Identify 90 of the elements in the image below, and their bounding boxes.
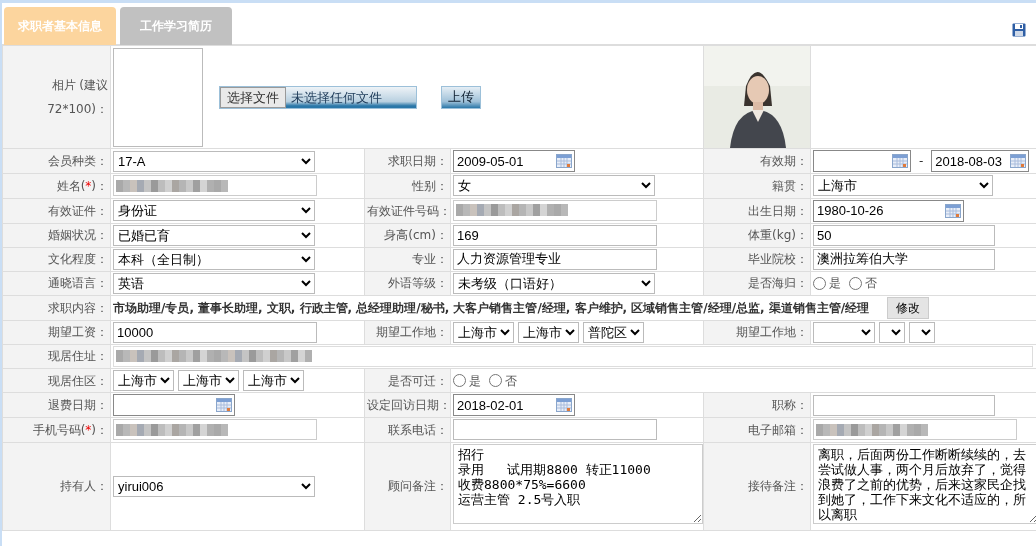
field-label: 外语等级：	[388, 276, 448, 290]
field-label: 联系电话：	[388, 422, 448, 437]
field-label: 求职内容：	[48, 300, 108, 315]
dropdown[interactable]: 未考级（口语好）	[453, 272, 655, 294]
redacted-input[interactable]	[113, 345, 1033, 367]
text-input[interactable]: 澳洲拉筹伯大学	[813, 248, 995, 270]
field-label: 期望工作地：	[736, 325, 808, 339]
file-status: 未选择任何文件	[286, 86, 416, 108]
field-label: 职称：	[772, 398, 808, 412]
dropdown[interactable]: 英语	[113, 272, 315, 294]
dropdown[interactable]: 已婚已育	[113, 224, 315, 246]
calendar-icon[interactable]	[556, 398, 572, 412]
dropdown[interactable]: 本科（全日制）	[113, 248, 315, 270]
text-input[interactable]: 50	[813, 224, 995, 246]
date-input[interactable]: 2009-05-01	[453, 150, 575, 172]
field-label: 性别：	[412, 178, 448, 193]
field-label: 是否可迁：	[388, 373, 448, 388]
radio-option[interactable]: 是	[813, 274, 841, 292]
redacted-input[interactable]	[813, 419, 1017, 440]
date-input[interactable]: 2018-02-01	[453, 394, 575, 416]
field-label: 期望工资：	[48, 325, 108, 339]
redacted-input[interactable]	[113, 175, 317, 196]
field-label: 毕业院校：	[748, 252, 808, 266]
date-input[interactable]: 2018-08-03	[931, 150, 1030, 172]
calendar-icon[interactable]	[216, 398, 232, 412]
redacted-input[interactable]	[453, 199, 657, 221]
text-input[interactable]	[813, 394, 995, 416]
field-label: 有效期：	[760, 154, 808, 168]
dropdown[interactable]: 上海市	[813, 175, 993, 197]
dropdown[interactable]	[909, 321, 935, 343]
dropdown[interactable]	[879, 321, 905, 343]
field-label: 设定回访日期：	[367, 398, 451, 412]
radio-option[interactable]: 是	[453, 371, 481, 390]
dropdown[interactable]: 上海市	[518, 321, 579, 343]
calendar-icon[interactable]	[945, 203, 961, 218]
date-input[interactable]	[813, 150, 911, 172]
radio-option[interactable]: 否	[489, 371, 517, 390]
field-label: 有效证件号码：	[367, 203, 451, 218]
field-label: 有效证件：	[48, 203, 108, 218]
field-label: 现居住址：	[48, 349, 108, 364]
calendar-icon[interactable]	[1010, 154, 1027, 168]
field-label: 婚姻状况：	[48, 228, 108, 242]
text-input[interactable]: 169	[453, 224, 657, 246]
range-separator: -	[919, 153, 924, 170]
dropdown[interactable]: yirui006	[113, 475, 315, 497]
field-label: 文化程度：	[48, 252, 108, 266]
calendar-icon[interactable]	[556, 154, 572, 168]
field-label: 出生日期：	[748, 203, 808, 218]
dropdown[interactable]: 普陀区	[583, 321, 644, 343]
field-label: 体重(kg)：	[748, 228, 808, 242]
upload-button[interactable]: 上传	[441, 85, 481, 109]
file-input[interactable]: 选择文件 未选择任何文件	[219, 85, 417, 109]
dropdown[interactable]: 上海市	[453, 321, 514, 343]
remark-textarea[interactable]: 离职，后面两份工作断断续续的，去尝试做人事，两个月后放弃了，觉得浪费了之前的优势，后来这家民企找到她了，工作下来文化不适应的，所以离职	[813, 443, 1036, 524]
field-label: 手机号码(*)：	[32, 422, 108, 437]
radio-option[interactable]: 否	[849, 274, 877, 292]
job-intent-text: 市场助理/专员, 董事长助理, 文职, 行政主管, 总经理助理/秘书, 大客户销售主管/经理, 客户维护, 区域销售主管/经理/总监, 渠道销售主管/经理	[113, 299, 870, 317]
field-label: 期望工作地：	[376, 325, 448, 339]
edit-button[interactable]: 修改	[887, 296, 930, 319]
field-label: 相片 (建议72*100)：	[46, 77, 108, 118]
dropdown[interactable]: 上海市	[113, 370, 174, 391]
save-icon[interactable]	[1012, 23, 1026, 37]
field-label: 顾问备注：	[388, 479, 448, 493]
calendar-icon[interactable]	[892, 154, 908, 168]
dropdown[interactable]: 女	[453, 175, 655, 197]
field-label: 持有人：	[60, 479, 108, 493]
redacted-input[interactable]	[113, 419, 317, 440]
text-input[interactable]	[453, 419, 657, 441]
dropdown[interactable]: 上海市	[243, 370, 304, 391]
field-label: 会员种类：	[48, 154, 108, 168]
field-label: 接待备注：	[748, 479, 808, 493]
date-input[interactable]: 1980-10-26	[813, 199, 964, 222]
field-label: 现居住区：	[48, 373, 108, 388]
field-label: 通晓语言：	[48, 276, 108, 290]
field-label: 是否海归：	[748, 276, 808, 290]
dropdown[interactable]: 身份证	[113, 200, 315, 221]
text-input[interactable]: 10000	[113, 321, 317, 343]
field-label: 籍贯：	[772, 178, 808, 193]
remark-textarea[interactable]: 招行 录用 试用期8800 转正11000 收费8800*75%=6600 运营主管 2.5号入职	[453, 443, 703, 524]
choose-file-button[interactable]: 选择文件	[220, 86, 286, 108]
field-label: 退费日期：	[48, 398, 108, 412]
field-label: 身高(cm)：	[384, 228, 448, 242]
text-input[interactable]: 人力资源管理专业	[453, 248, 657, 270]
date-input[interactable]	[113, 394, 235, 416]
dropdown[interactable]: 上海市	[178, 370, 239, 391]
field-label: 专业：	[412, 252, 448, 266]
field-label: 姓名(*)：	[56, 178, 108, 193]
field-label: 求职日期：	[388, 154, 448, 168]
dropdown[interactable]: 17-A	[113, 150, 315, 172]
field-label: 电子邮箱：	[748, 422, 808, 437]
